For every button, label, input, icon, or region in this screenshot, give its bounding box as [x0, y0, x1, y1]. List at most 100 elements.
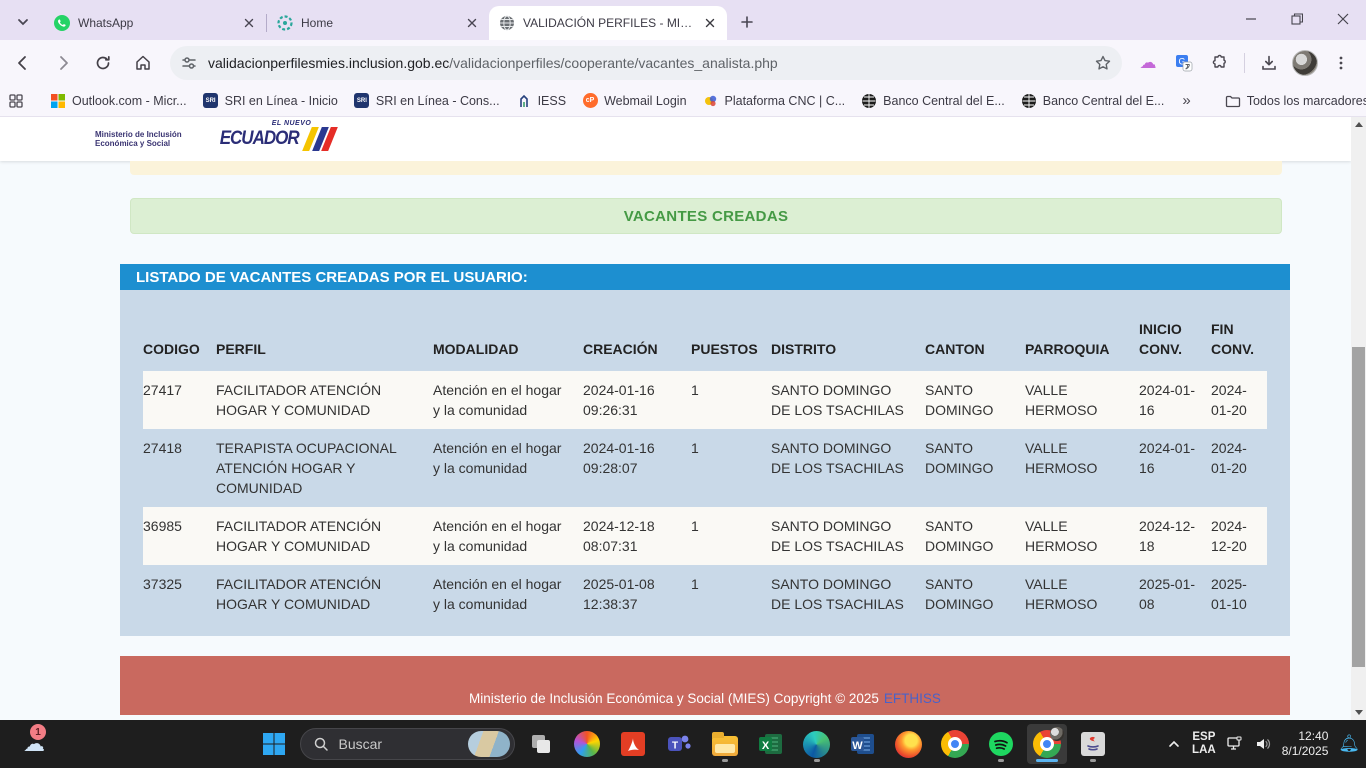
sri-icon: SRI [203, 93, 219, 109]
scroll-down-icon[interactable] [1351, 705, 1366, 720]
cell-canton: SANTO DOMINGO [925, 429, 1025, 507]
bookmark-sri-consultas[interactable]: SRI SRI en Línea - Cons... [346, 89, 508, 113]
chrome-active-profile-icon[interactable] [1027, 724, 1067, 764]
desktop-screen: WhatsApp Home VALIDACIÓN PERFILES - MIES [0, 0, 1366, 768]
chrome-icon[interactable] [935, 724, 975, 764]
windows-taskbar: ☁ 1 Buscar T [0, 720, 1366, 768]
search-highlight-image[interactable] [468, 731, 510, 757]
translate-icon[interactable]: G [1168, 47, 1200, 79]
extensions-puzzle-icon[interactable] [1204, 47, 1236, 79]
restore-button[interactable] [1274, 0, 1320, 38]
cell-parroquia: VALLE HERMOSO [1025, 371, 1139, 429]
bookmark-webmail[interactable]: cP Webmail Login [574, 89, 694, 113]
teams-icon[interactable]: T [659, 724, 699, 764]
minimize-button[interactable] [1228, 0, 1274, 38]
tab-label: WhatsApp [78, 16, 234, 30]
home-icon[interactable] [126, 46, 160, 80]
all-bookmarks-folder[interactable]: Todos los marcadores [1217, 89, 1366, 113]
chrome-menu-icon[interactable] [1325, 47, 1357, 79]
scrollbar-thumb[interactable] [1352, 347, 1365, 667]
firefox-icon[interactable] [889, 724, 929, 764]
cell-modalidad: Atención en el hogar y la comunidad [433, 565, 583, 623]
cell-perfil: FACILITADOR ATENCIÓN HOGAR Y COMUNIDAD [216, 507, 433, 565]
taskbar-weather-widget[interactable]: ☁ 1 [12, 724, 56, 764]
back-icon[interactable] [6, 46, 40, 80]
cell-puestos: 1 [691, 565, 771, 623]
profile-avatar[interactable] [1289, 47, 1321, 79]
tab-close-icon[interactable] [240, 14, 258, 32]
cell-distrito: SANTO DOMINGO DE LOS TSACHILAS [771, 565, 925, 623]
cell-canton: SANTO DOMINGO [925, 565, 1025, 623]
url-text[interactable]: validacionperfilesmies.inclusion.gob.ec/… [208, 55, 1094, 71]
bce-globe-icon [1021, 93, 1037, 109]
cpanel-icon: cP [582, 93, 598, 109]
notification-bell-icon[interactable]: 🔔︎ [1338, 734, 1360, 754]
vacancies-table-container: CODIGO PERFIL MODALIDAD CREACIÓN PUESTOS… [120, 290, 1290, 636]
bookmark-label: Banco Central del E... [883, 94, 1005, 108]
taskbar-search-box[interactable]: Buscar [300, 728, 515, 760]
cell-creacion: 2024-12-18 08:07:31 [583, 507, 691, 565]
start-button[interactable] [254, 724, 294, 764]
spotify-icon[interactable] [981, 724, 1021, 764]
task-view-button[interactable] [521, 724, 561, 764]
address-bar[interactable]: validacionperfilesmies.inclusion.gob.ec/… [170, 46, 1122, 80]
bookmark-cnc[interactable]: Plataforma CNC | C... [695, 89, 854, 113]
forward-icon[interactable] [46, 46, 80, 80]
cell-codigo: 27418 [143, 429, 216, 507]
taskbar-clock[interactable]: 12:40 8/1/2025 [1282, 729, 1329, 759]
bookmark-label: IESS [538, 94, 567, 108]
language-indicator[interactable]: ESP LAA [1192, 731, 1216, 757]
edge-icon[interactable] [797, 724, 837, 764]
search-icon [313, 736, 329, 752]
word-icon[interactable]: W [843, 724, 883, 764]
new-tab-button[interactable] [733, 8, 761, 36]
tab-close-icon[interactable] [463, 14, 481, 32]
downloads-icon[interactable] [1253, 47, 1285, 79]
copilot-icon[interactable] [567, 724, 607, 764]
tab-close-icon[interactable] [701, 14, 719, 32]
pdf-app-icon[interactable] [613, 724, 653, 764]
tab-validacion-perfiles-active[interactable]: VALIDACIÓN PERFILES - MIES [489, 6, 727, 40]
url-path: /validacionperfiles/cooperante/vacantes_… [449, 55, 777, 71]
tab-search-chevron-icon[interactable] [8, 8, 38, 36]
bookmark-star-icon[interactable] [1094, 54, 1112, 72]
apps-grid-icon[interactable] [8, 85, 24, 117]
list-header-bar: LISTADO DE VACANTES CREADAS POR EL USUAR… [120, 264, 1290, 290]
col-modalidad: MODALIDAD [433, 319, 583, 371]
excel-icon[interactable]: X [751, 724, 791, 764]
bookmarks-overflow-chevron[interactable]: » [1172, 92, 1200, 109]
banner-text: VACANTES CREADAS [624, 208, 789, 225]
bookmark-label: SRI en Línea - Inicio [225, 94, 338, 108]
cell-inicio: 2024-01-16 [1139, 371, 1211, 429]
bookmark-banco-central-1[interactable]: Banco Central del E... [853, 89, 1013, 113]
reload-icon[interactable] [86, 46, 120, 80]
globe-icon [499, 15, 515, 31]
bookmark-outlook[interactable]: Outlook.com - Micr... [42, 89, 195, 113]
bookmark-sri-inicio[interactable]: SRI SRI en Línea - Inicio [195, 89, 346, 113]
cell-creacion: 2024-01-16 09:26:31 [583, 371, 691, 429]
weather-extension-icon[interactable]: ☁ [1132, 47, 1164, 79]
cell-distrito: SANTO DOMINGO DE LOS TSACHILAS [771, 429, 925, 507]
bookmark-banco-central-2[interactable]: Banco Central del E... [1013, 89, 1173, 113]
tab-whatsapp[interactable]: WhatsApp [44, 6, 266, 40]
java-app-icon[interactable] [1073, 724, 1113, 764]
cell-fin: 2024-01-20 [1211, 371, 1267, 429]
network-icon[interactable] [1226, 735, 1244, 753]
cell-parroquia: VALLE HERMOSO [1025, 507, 1139, 565]
tray-chevron-up-icon[interactable] [1166, 736, 1182, 752]
col-canton: CANTON [925, 319, 1025, 371]
tab-label: VALIDACIÓN PERFILES - MIES [523, 16, 695, 30]
volume-icon[interactable] [1254, 735, 1272, 753]
tab-home[interactable]: Home [267, 6, 489, 40]
close-window-button[interactable] [1320, 0, 1366, 38]
cell-modalidad: Atención en el hogar y la comunidad [433, 507, 583, 565]
efthiss-link[interactable]: EFTHISS [884, 691, 941, 706]
bookmark-iess[interactable]: IESS [508, 89, 575, 113]
file-explorer-icon[interactable] [705, 724, 745, 764]
site-settings-icon[interactable] [180, 54, 198, 72]
toolbar-extensions-area: ☁ G [1130, 47, 1359, 79]
vacancies-table: CODIGO PERFIL MODALIDAD CREACIÓN PUESTOS… [143, 319, 1267, 623]
scroll-up-icon[interactable] [1351, 117, 1366, 132]
page-scrollbar[interactable] [1351, 117, 1366, 720]
cell-puestos: 1 [691, 371, 771, 429]
